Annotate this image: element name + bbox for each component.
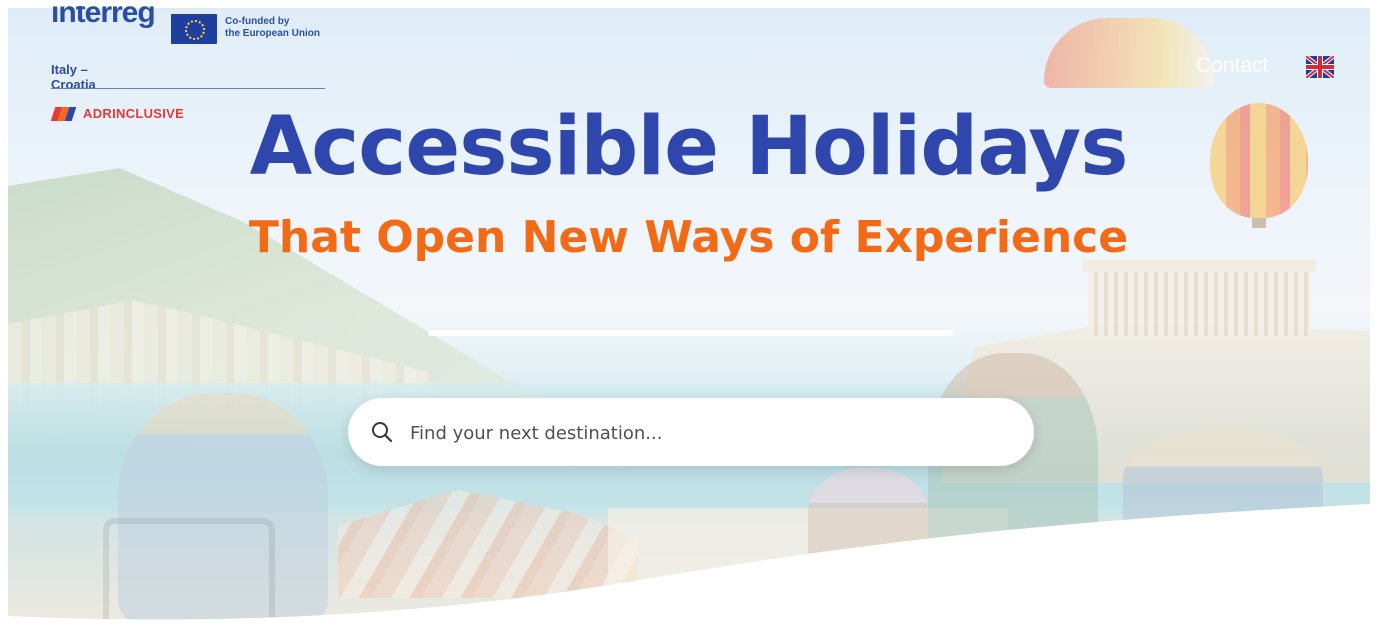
interreg-wordmark: interreg (51, 6, 155, 29)
hero-accent-line (428, 330, 954, 336)
logo-divider (51, 88, 325, 89)
contact-link[interactable]: Contact (1196, 54, 1268, 78)
search-icon[interactable] (370, 420, 394, 444)
destination-search-box[interactable] (348, 398, 1034, 466)
eu-flag-icon (171, 14, 217, 44)
hero-bottom-wave (8, 504, 1370, 634)
destination-search-input[interactable] (408, 412, 1012, 454)
cofunded-line-2: the European Union (225, 28, 320, 39)
cofunded-text: Co-funded by the European Union (225, 16, 345, 40)
hero-headline: Accessible Holidays (249, 100, 1129, 194)
cofunded-line-1: Co-funded by (225, 16, 290, 27)
hero-subheadline: That Open New Ways of Experience (248, 212, 1129, 263)
uk-flag-icon[interactable] (1306, 56, 1334, 78)
